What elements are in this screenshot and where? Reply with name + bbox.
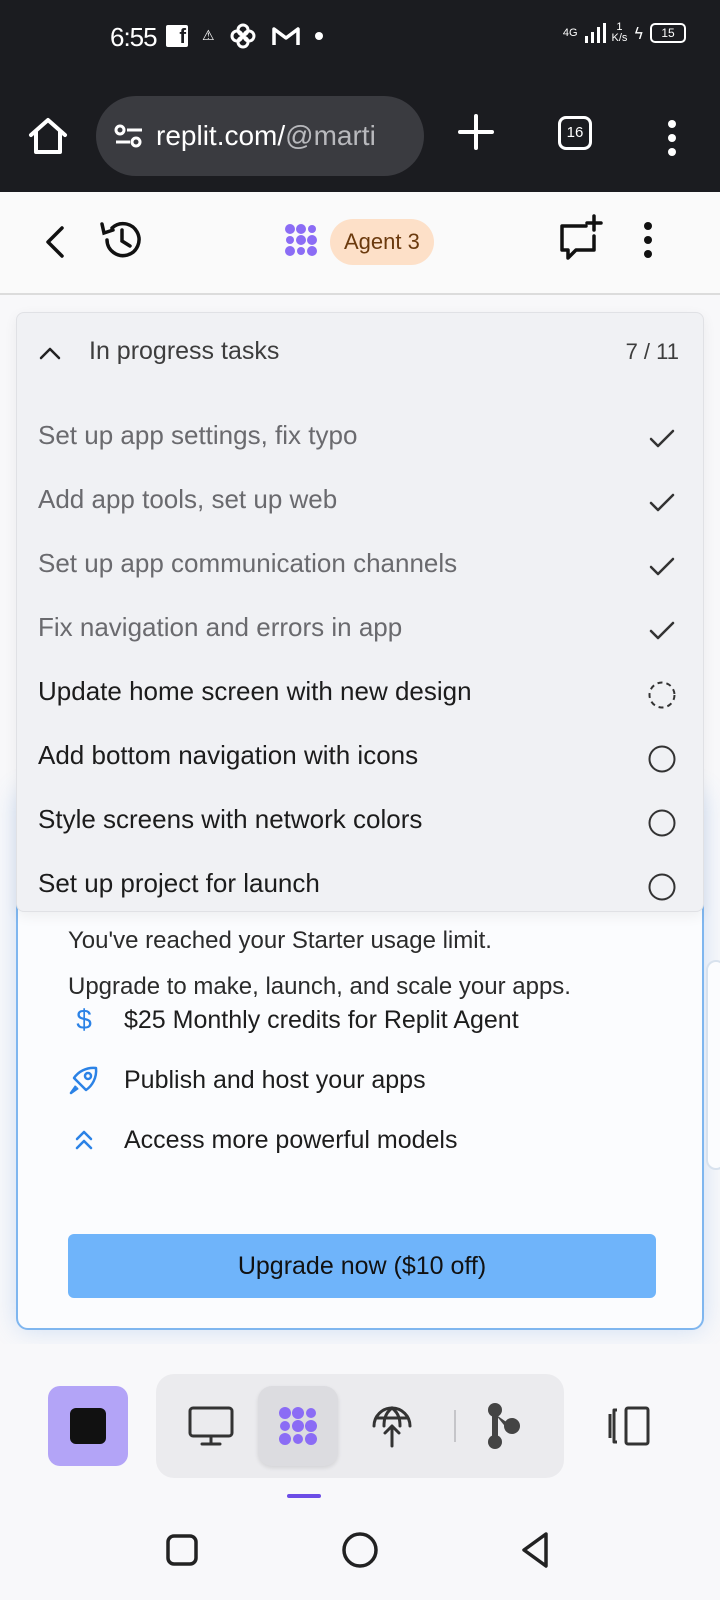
url-text: replit.com/@marti: [156, 120, 376, 152]
warning-icon: ⚠: [202, 28, 215, 44]
task-item[interactable]: Set up project for launch: [17, 856, 703, 911]
feature-publish: Publish and host your apps: [68, 1064, 426, 1096]
more-options-icon[interactable]: [636, 218, 660, 262]
system-navigation-bar: [0, 1500, 720, 1600]
history-icon[interactable]: [98, 216, 146, 264]
feature-label: $25 Monthly credits for Replit Agent: [124, 1005, 519, 1034]
pinwheel-icon: [230, 23, 256, 49]
more-notifications-dot: [314, 32, 323, 40]
battery-icon: 15: [650, 23, 686, 43]
task-item[interactable]: Update home screen with new design: [17, 664, 703, 728]
back-arrow-icon[interactable]: [40, 222, 70, 262]
task-label: Update home screen with new design: [38, 676, 472, 706]
empty-circle-icon: [648, 745, 676, 773]
git-tool-button[interactable]: [462, 1386, 542, 1466]
checkmark-icon: [649, 493, 675, 512]
url-domain: replit.com/: [156, 120, 286, 151]
task-item[interactable]: Add bottom navigation with icons: [17, 728, 703, 792]
feature-credits: $ $25 Monthly credits for Replit Agent: [68, 1004, 519, 1036]
status-bar: 6:55 f ⚠ 4G 1 K/s ϟ 15: [0, 0, 720, 82]
task-item[interactable]: Style screens with network colors: [17, 792, 703, 856]
chevron-up-icon[interactable]: [37, 341, 63, 367]
checkmark-icon: [649, 429, 675, 448]
rocket-icon: [69, 1066, 98, 1095]
agent-logo-icon: [279, 1407, 317, 1445]
app-header: Agent 3: [0, 192, 720, 295]
stop-agent-button[interactable]: [48, 1386, 128, 1466]
usage-limit-text: You've reached your Starter usage limit.: [68, 927, 492, 954]
notification-icons: f ⚠: [166, 22, 323, 50]
task-label: Style screens with network colors: [38, 804, 423, 834]
publish-tool-button[interactable]: [352, 1386, 432, 1466]
status-right-icons: 4G 1 K/s ϟ 15: [563, 22, 686, 44]
side-panel-edge[interactable]: [706, 960, 720, 1170]
tool-switcher: [156, 1374, 564, 1478]
double-chevron-up-icon: [75, 1130, 93, 1150]
empty-circle-icon: [648, 873, 676, 901]
publish-globe-icon: [372, 1406, 412, 1448]
in-progress-spinner-icon: [648, 681, 676, 709]
task-label: Set up app communication channels: [38, 548, 458, 578]
url-path: @marti: [285, 120, 376, 151]
charging-icon: ϟ: [633, 23, 644, 43]
new-chat-icon[interactable]: [556, 214, 606, 264]
facebook-icon: f: [166, 25, 188, 48]
stop-icon: [70, 1408, 106, 1444]
network-type: 4G: [562, 26, 578, 39]
preview-tool-button[interactable]: [170, 1386, 250, 1466]
agent-logo-icon: [285, 224, 317, 256]
feature-label: Publish and host your apps: [124, 1065, 426, 1094]
task-item[interactable]: Fix navigation and errors in app: [17, 600, 703, 664]
agent-tool-button[interactable]: [258, 1386, 338, 1466]
toolbar-divider: [454, 1410, 456, 1442]
task-label: Add app tools, set up web: [38, 484, 338, 514]
signal-icon: [584, 23, 606, 43]
browser-toolbar: replit.com/@marti 16: [0, 82, 720, 192]
checkmark-icon: [649, 621, 675, 640]
home-icon[interactable]: [26, 114, 70, 158]
monitor-icon: [188, 1406, 234, 1446]
task-item[interactable]: Add app tools, set up web: [17, 472, 703, 536]
feature-models: Access more powerful models: [68, 1124, 457, 1156]
in-progress-tasks-panel: In progress tasks 7 / 11 Set up app sett…: [16, 312, 704, 912]
task-label: Set up app settings, fix typo: [38, 420, 358, 450]
task-label: Fix navigation and errors in app: [38, 612, 403, 642]
dollar-icon: $: [76, 1004, 92, 1035]
feature-label: Access more powerful models: [124, 1125, 458, 1154]
tasks-title: In progress tasks: [89, 337, 280, 365]
tab-switcher-button[interactable]: 16: [558, 116, 592, 150]
agent-version-badge[interactable]: Agent 3: [330, 219, 434, 265]
upgrade-now-button[interactable]: Upgrade now ($10 off): [68, 1234, 656, 1298]
address-bar[interactable]: replit.com/@marti: [96, 96, 424, 176]
upgrade-message: You've reached your Starter usage limit.…: [68, 918, 668, 1010]
task-item[interactable]: Set up app communication channels: [17, 536, 703, 600]
task-list: Set up app settings, fix typo Add app to…: [17, 408, 703, 911]
tasks-header[interactable]: In progress tasks 7 / 11: [17, 313, 703, 393]
task-label: Add bottom navigation with icons: [38, 740, 419, 770]
new-tab-icon[interactable]: [456, 112, 496, 152]
task-item[interactable]: Set up app settings, fix typo: [17, 408, 703, 472]
workspace-toolbar: [0, 1344, 720, 1494]
empty-circle-icon: [648, 809, 676, 837]
status-time: 6:55: [110, 22, 158, 52]
recent-apps-icon[interactable]: [162, 1530, 202, 1570]
active-tool-indicator: [287, 1494, 321, 1498]
task-label: Set up project for launch: [38, 868, 320, 898]
home-nav-icon[interactable]: [340, 1530, 380, 1570]
checkmark-icon: [649, 557, 675, 576]
browser-menu-icon[interactable]: [660, 116, 684, 160]
tasks-progress-count: 7 / 11: [625, 339, 679, 364]
panel-layout-icon[interactable]: [606, 1404, 656, 1448]
site-settings-icon[interactable]: [114, 122, 144, 150]
back-nav-icon[interactable]: [516, 1530, 556, 1570]
network-speed-unit: K/s: [611, 32, 628, 44]
gmail-icon: [271, 27, 300, 45]
git-branch-icon: [488, 1403, 520, 1449]
